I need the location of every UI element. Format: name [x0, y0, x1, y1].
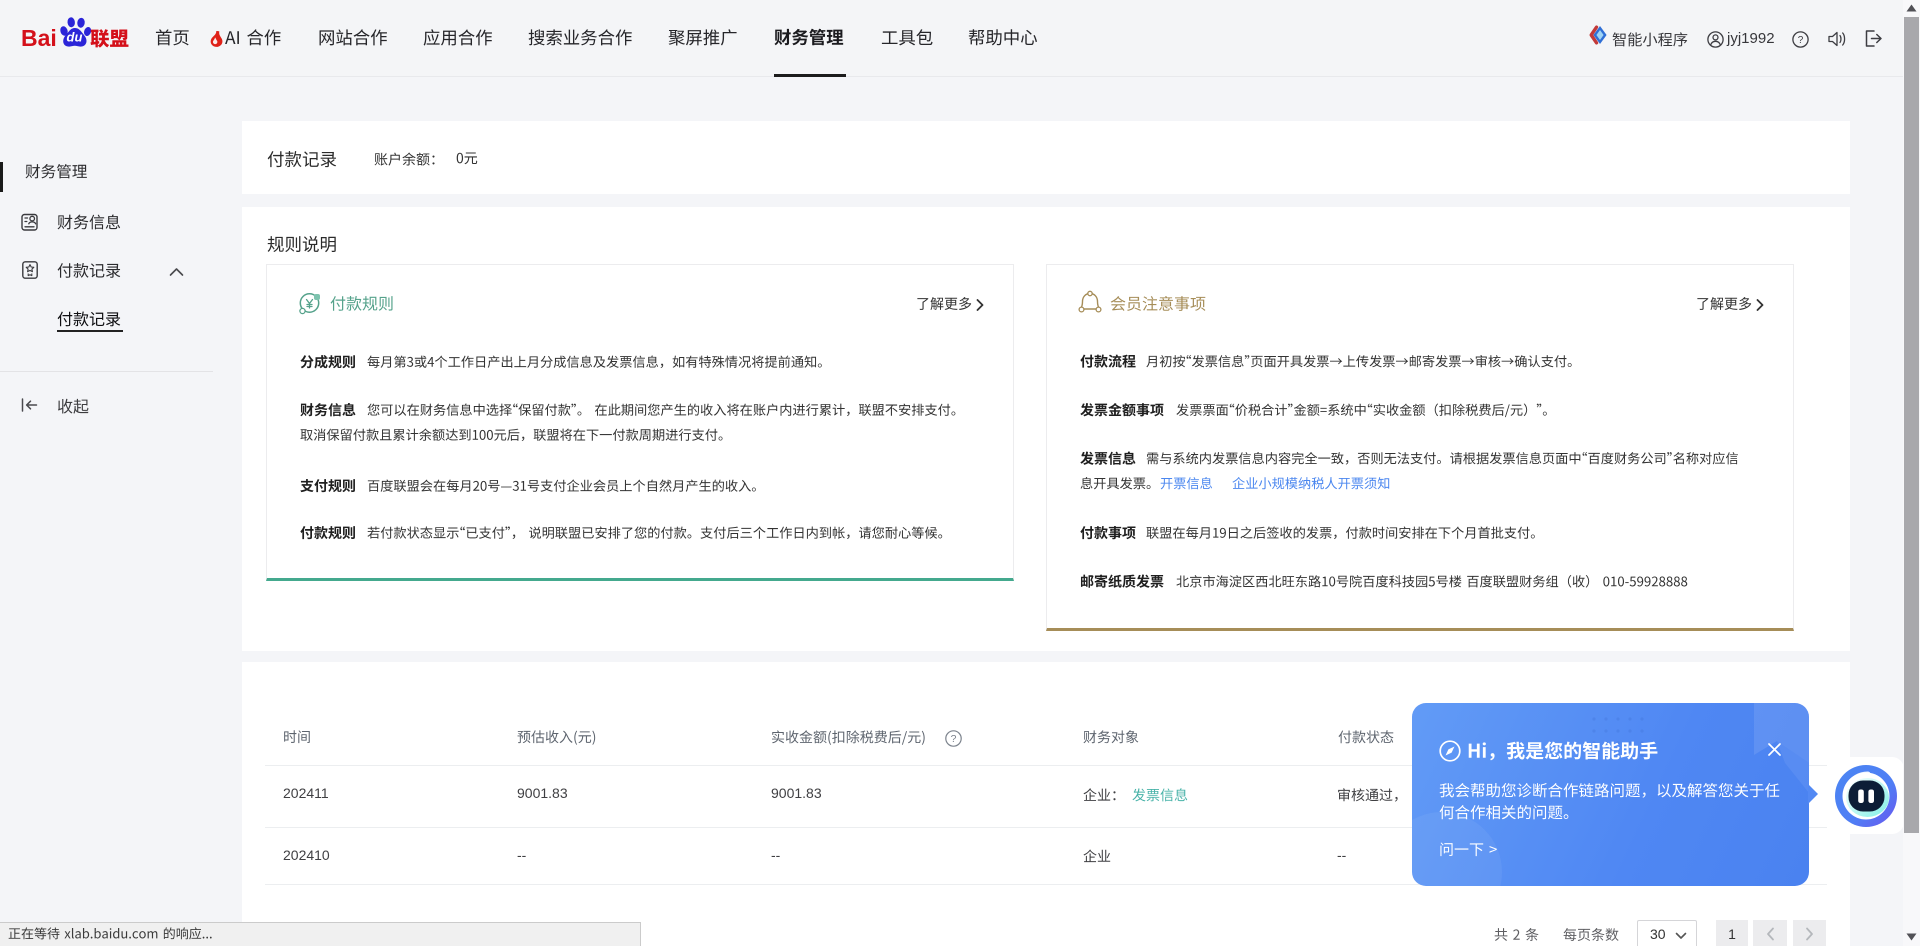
svg-text:?: ? [951, 733, 957, 745]
svg-text:du: du [67, 30, 83, 45]
svg-text:?: ? [1798, 35, 1804, 46]
